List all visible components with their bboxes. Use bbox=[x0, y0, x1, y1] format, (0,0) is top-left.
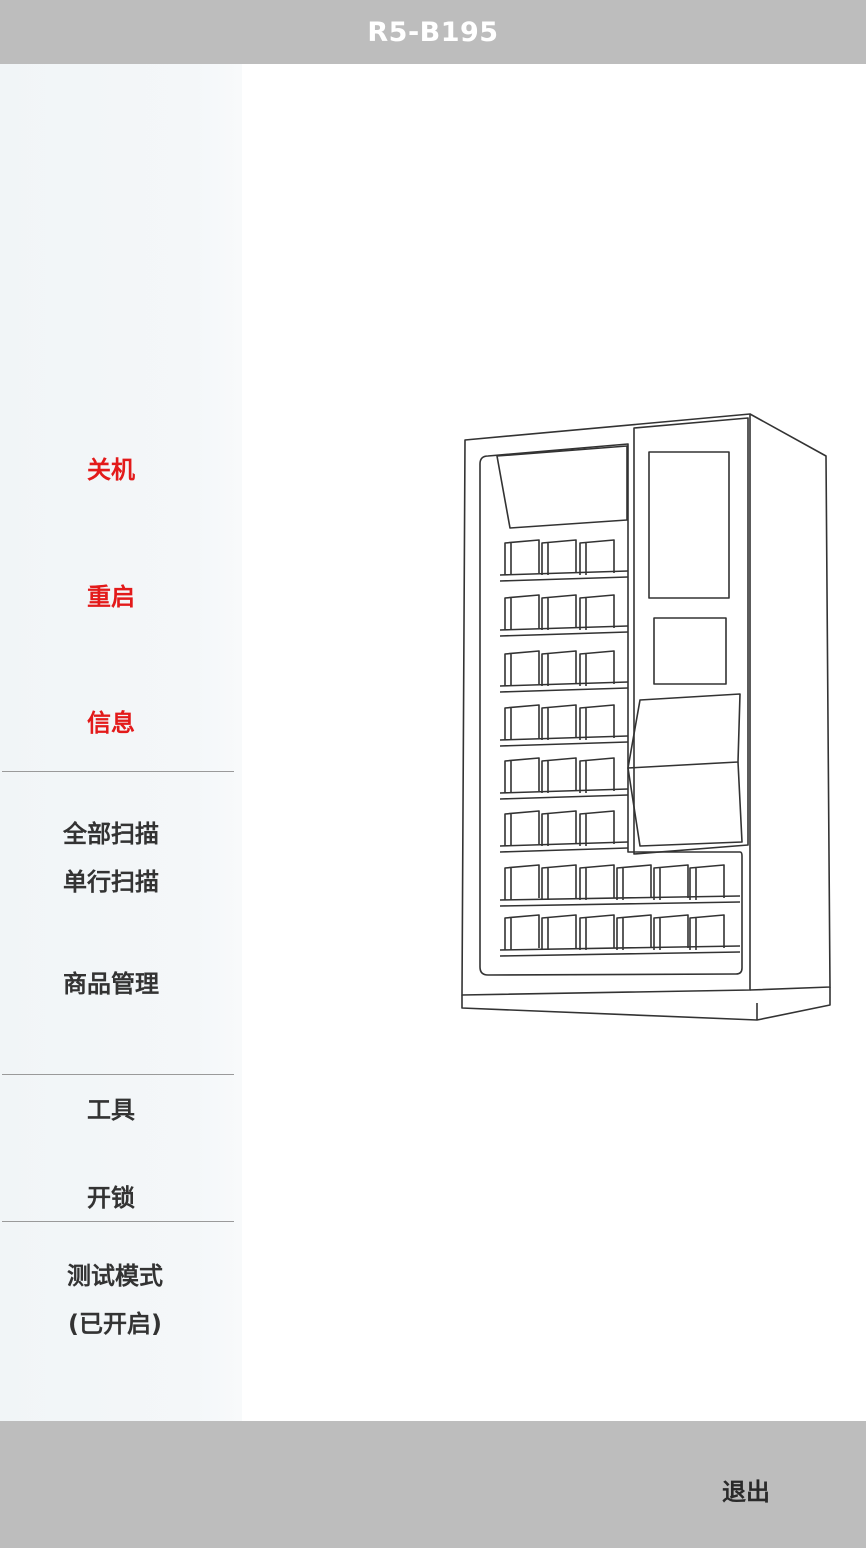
machine-illustration-area bbox=[242, 64, 866, 1421]
tools-button[interactable]: 工具 bbox=[0, 1098, 222, 1122]
title-bar: R5-B195 bbox=[0, 0, 866, 64]
sidebar-divider bbox=[2, 1074, 234, 1075]
test-mode-status: (已开启) bbox=[68, 1310, 162, 1338]
vending-machine-icon bbox=[461, 413, 831, 1021]
exit-button[interactable]: 退出 bbox=[700, 1474, 792, 1510]
sidebar-divider bbox=[2, 771, 234, 772]
restart-button[interactable]: 重启 bbox=[0, 585, 222, 609]
scan-row-button[interactable]: 单行扫描 bbox=[0, 870, 222, 894]
shutdown-button[interactable]: 关机 bbox=[0, 458, 222, 482]
test-mode-label: 测试模式 bbox=[67, 1262, 163, 1290]
info-button[interactable]: 信息 bbox=[0, 711, 222, 735]
test-mode-button[interactable]: 测试模式 (已开启) bbox=[4, 1264, 226, 1336]
product-management-button[interactable]: 商品管理 bbox=[0, 972, 222, 996]
unlock-button[interactable]: 开锁 bbox=[0, 1186, 222, 1210]
page-title: R5-B195 bbox=[367, 16, 499, 48]
sidebar bbox=[0, 64, 242, 1421]
sidebar-divider bbox=[2, 1221, 234, 1222]
scan-all-button[interactable]: 全部扫描 bbox=[0, 822, 222, 846]
